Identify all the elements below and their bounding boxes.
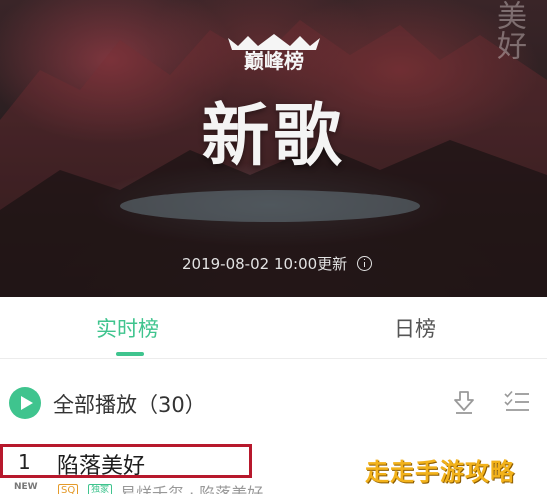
play-all-button[interactable]: 全部播放（30）	[53, 389, 206, 419]
download-icon[interactable]	[451, 389, 477, 415]
svg-text:巅峰榜: 巅峰榜	[244, 49, 304, 72]
tab-realtime[interactable]: 实时榜	[96, 313, 159, 343]
chart-tabs: 实时榜 日榜	[0, 297, 547, 359]
background-calligraphy: 美好	[491, 0, 526, 60]
song-rank: 1	[18, 450, 31, 474]
site-watermark: 走走手游攻略	[365, 458, 515, 486]
exclusive-badge: 独家	[88, 484, 113, 494]
chart-title: 新歌	[201, 97, 346, 176]
info-icon[interactable]	[357, 255, 373, 271]
sq-quality-badge: SQ	[58, 484, 79, 494]
dianfengbang-logo: 巅峰榜	[228, 34, 320, 72]
new-badge: NEW	[14, 482, 38, 492]
multi-select-icon[interactable]	[504, 390, 530, 414]
tab-daily[interactable]: 日榜	[394, 313, 436, 343]
song-artist-album: 易烊千玺 · 陷落美好	[120, 484, 264, 494]
chart-banner: 巅峰榜 新歌 美好 2019-08-02 10:00更新	[0, 0, 547, 297]
play-all-bar: 全部播放（30）	[0, 360, 547, 444]
update-time: 2019-08-02 10:00更新	[182, 254, 348, 273]
play-icon[interactable]	[9, 387, 41, 419]
active-tab-indicator	[116, 352, 144, 356]
update-time-row: 2019-08-02 10:00更新	[182, 252, 373, 274]
song-title[interactable]: 陷落美好	[57, 448, 145, 480]
